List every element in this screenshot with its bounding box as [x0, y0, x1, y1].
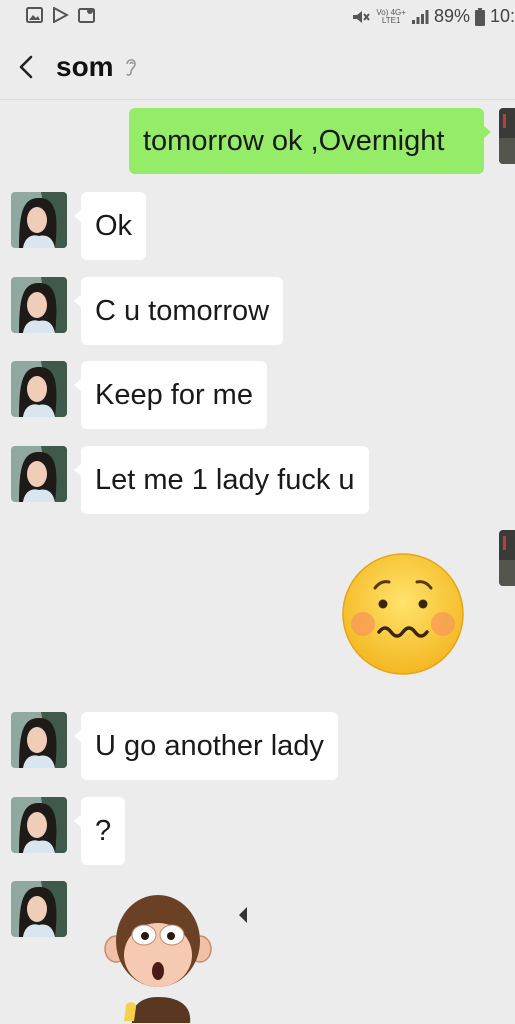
contact-avatar[interactable]	[11, 361, 67, 417]
message-row: Keep for me	[0, 361, 515, 429]
contact-avatar[interactable]	[11, 881, 67, 937]
battery-percent: 89%	[433, 6, 470, 26]
back-arrow-icon[interactable]	[16, 54, 38, 80]
status-bar: Vo) 4G+ LTE1 89% 10:	[0, 0, 515, 34]
play-indicator-icon	[239, 907, 247, 923]
message-bubble[interactable]: tomorrow ok ,Overnight	[129, 108, 491, 174]
contact-avatar[interactable]	[11, 446, 67, 502]
clock: 10:	[489, 6, 515, 26]
message-row: Ok	[0, 192, 515, 260]
message-row	[0, 530, 515, 680]
message-text: U go another lady	[95, 729, 324, 762]
map-icon	[78, 8, 95, 23]
message-row: U go another lady	[0, 712, 515, 780]
contact-avatar[interactable]	[11, 797, 67, 853]
worried-emoji-icon[interactable]	[341, 552, 465, 676]
play-store-icon	[53, 7, 69, 23]
message-text: Ok	[95, 209, 133, 242]
contact-avatar[interactable]	[11, 712, 67, 768]
message-row: Let me 1 lady fuck u	[0, 446, 515, 514]
mute-icon	[353, 10, 371, 23]
message-row: ?	[0, 797, 515, 865]
message-text: tomorrow ok ,Overnight	[143, 124, 445, 157]
contact-avatar[interactable]	[11, 277, 67, 333]
earpiece-mode-icon	[126, 59, 136, 76]
gallery-icon	[26, 7, 43, 23]
my-avatar[interactable]	[499, 108, 515, 164]
surprised-monkey-sticker[interactable]	[102, 893, 214, 1023]
message-bubble[interactable]: ?	[73, 797, 126, 865]
chat-header: som	[0, 34, 515, 100]
battery-icon	[474, 7, 485, 26]
message-row: tomorrow ok ,Overnight	[0, 108, 515, 174]
message-row	[0, 881, 515, 1024]
message-bubble[interactable]: Keep for me	[74, 361, 267, 429]
my-avatar[interactable]	[499, 530, 515, 586]
contact-avatar[interactable]	[11, 192, 67, 248]
contact-name[interactable]: som	[56, 51, 114, 83]
message-text: C u tomorrow	[95, 294, 270, 327]
network-indicator: Vo) 4G+ LTE1	[376, 7, 406, 25]
message-bubble[interactable]: Ok	[73, 192, 147, 260]
message-row: C u tomorrow	[0, 277, 515, 345]
message-text: ?	[95, 814, 112, 847]
message-bubble[interactable]: Let me 1 lady fuck u	[74, 446, 369, 514]
message-bubble[interactable]: U go another lady	[74, 712, 338, 780]
message-text: Keep for me	[95, 378, 253, 411]
message-text: Let me 1 lady fuck u	[95, 463, 355, 496]
signal-icon	[411, 9, 429, 24]
message-bubble[interactable]: C u tomorrow	[73, 277, 284, 345]
